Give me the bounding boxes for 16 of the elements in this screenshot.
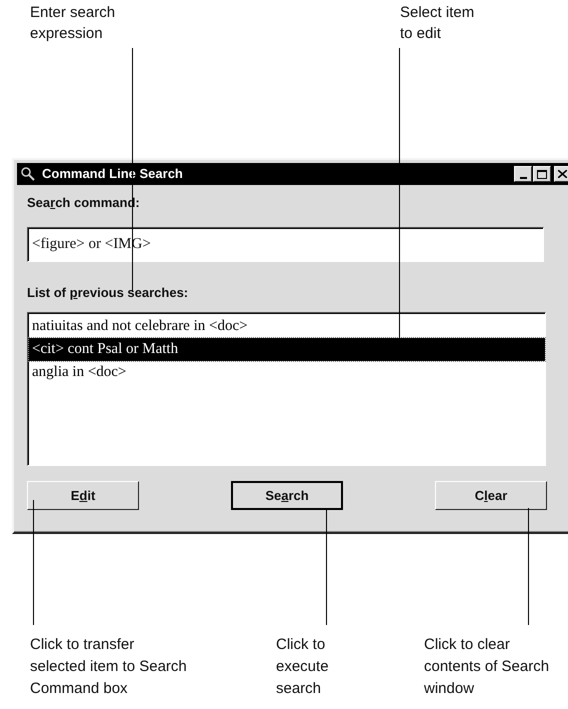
- callout-text: Click to transfer selected item to Search Command box: [30, 635, 188, 699]
- maximize-button[interactable]: [533, 166, 551, 182]
- dialog-button[interactable]: Clear: [435, 481, 547, 510]
- search-icon: [20, 166, 36, 182]
- callout-text: Select item to edit: [400, 3, 476, 44]
- callout-text: Enter search expression: [30, 3, 116, 44]
- window-title: Command Line Search: [42, 165, 183, 184]
- callout-text: Click to execute search: [276, 635, 330, 699]
- dialog-button[interactable]: Edit: [27, 481, 139, 510]
- close-button[interactable]: [554, 166, 568, 182]
- minimize-button[interactable]: [514, 166, 532, 182]
- previous-searches-label: List of previous searches:: [27, 284, 190, 302]
- list-item[interactable]: <cit> cont Psal or Matth: [29, 338, 545, 361]
- dialog-button[interactable]: Search: [231, 481, 343, 510]
- close-icon: [558, 170, 566, 178]
- callout-text: Click to clear contents of Search window: [424, 635, 550, 699]
